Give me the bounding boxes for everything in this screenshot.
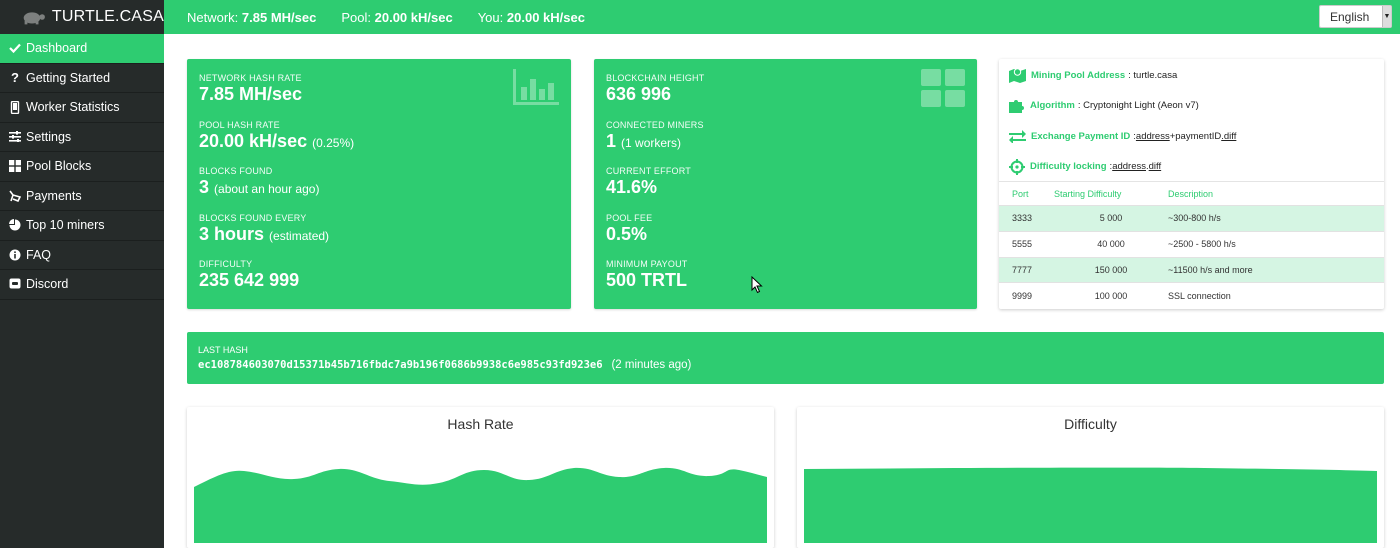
blocks-found-every: BLOCKS FOUND EVERY 3 hours (estimated) <box>199 212 330 244</box>
language-select[interactable]: English ▼ <box>1319 5 1392 28</box>
info-icon <box>8 248 22 262</box>
pool-info-panel: Mining Pool Address: turtle.casa Algorit… <box>999 59 1384 309</box>
table-row: 9999 100 000 SSL connection <box>999 282 1384 309</box>
mouse-cursor-icon <box>751 276 763 294</box>
hash-rate-chart: Hash Rate <box>187 407 774 548</box>
starting-difficulty-header: Starting Difficulty <box>1054 181 1168 206</box>
you-stat: You: 20.00 kH/sec <box>477 9 585 25</box>
table-row: 5555 40 000 ~2500 - 5800 h/s <box>999 230 1384 258</box>
sidebar-item-settings[interactable]: Settings <box>0 123 164 152</box>
top-bar: TURTLE.CASA Network: 7.85 MH/sec Pool: 2… <box>0 0 1400 34</box>
header-stats: Network: 7.85 MH/sec Pool: 20.00 kH/sec … <box>187 0 610 34</box>
chevron-down-icon[interactable]: ▼ <box>1382 6 1391 27</box>
exchange-payment-id-row: Exchange Payment ID: address +paymentID .d… <box>999 121 1384 152</box>
difficulty-chart: Difficulty <box>797 407 1384 548</box>
minimum-payout: MINIMUM PAYOUT 500 TRTL <box>606 259 688 290</box>
pool-stat: Pool: 20.00 kH/sec <box>341 9 453 25</box>
turtle-logo-icon <box>23 12 45 25</box>
blocks-found: BLOCKS FOUND 3 (about an hour ago) <box>199 166 320 197</box>
pie-icon <box>8 218 22 232</box>
question-icon: ? <box>11 70 19 86</box>
ports-table: Port Starting Difficulty Description 333… <box>999 181 1384 309</box>
wallet-icon <box>8 189 22 203</box>
difficulty-chart-title: Difficulty <box>1064 416 1117 432</box>
discord-icon <box>8 277 22 291</box>
network-hash-rate: NETWORK HASH RATE 7.85 MH/sec <box>199 73 303 104</box>
sidebar-item-top-10-miners[interactable]: Top 10 miners <box>0 211 164 241</box>
blockchain-height: BLOCKCHAIN HEIGHT 636 996 <box>606 73 705 104</box>
table-row: 3333 5 000 ~300-800 h/s <box>999 205 1384 232</box>
exchange-icon <box>1009 130 1026 144</box>
pool-hash-rate: POOL HASH RATE 20.00 kH/sec (0.25%) <box>199 119 355 151</box>
hash-rate-area[interactable] <box>194 437 767 543</box>
port-header: Port <box>999 181 1054 206</box>
ports-table-header: Port Starting Difficulty Description <box>999 181 1384 206</box>
last-hash-ago: (2 minutes ago) <box>611 359 692 371</box>
sidebar-item-faq[interactable]: FAQ <box>0 241 164 270</box>
difficulty: DIFFICULTY 235 642 999 <box>199 259 300 290</box>
network-stats-card: NETWORK HASH RATE 7.85 MH/sec POOL HASH … <box>187 59 571 309</box>
connected-miners: CONNECTED MINERS 1 (1 workers) <box>606 119 704 151</box>
sidebar-item-getting-started[interactable]: ? Getting Started <box>0 64 164 93</box>
brand[interactable]: TURTLE.CASA <box>0 0 164 34</box>
last-hash-value[interactable]: ec108784603070d15371b45b716fbdc7a9b196f0… <box>198 359 603 371</box>
sidebar-item-payments[interactable]: Payments <box>0 182 164 211</box>
mobile-icon <box>8 100 22 114</box>
check-icon <box>8 41 22 55</box>
pool-address-row: Mining Pool Address: turtle.casa <box>999 60 1384 91</box>
sidebar-item-dashboard[interactable]: Dashboard <box>0 34 164 64</box>
pool-fee: POOL FEE 0.5% <box>606 212 653 244</box>
chain-stats-card: BLOCKCHAIN HEIGHT 636 996 CONNECTED MINE… <box>594 59 977 309</box>
map-icon <box>1009 68 1026 83</box>
network-stat: Network: 7.85 MH/sec <box>187 9 317 25</box>
puzzle-icon <box>1009 100 1024 114</box>
sidebar-item-pool-blocks[interactable]: Pool Blocks <box>0 152 164 182</box>
last-hash-bar: LAST HASH ec108784603070d15371b45b716fbd… <box>187 332 1384 384</box>
sidebar-item-discord[interactable]: Discord <box>0 270 164 300</box>
algorithm-row: Algorithm: Cryptonight Light (Aeon v7) <box>999 91 1384 122</box>
description-header: Description <box>1168 181 1384 206</box>
hash-rate-chart-title: Hash Rate <box>447 416 514 432</box>
difficulty-area[interactable] <box>804 437 1377 543</box>
brand-name: TURTLE.CASA <box>51 8 164 25</box>
crosshair-icon <box>1009 158 1025 175</box>
sliders-icon <box>8 130 22 144</box>
difficulty-locking-row: Difficulty locking: address . diff <box>999 152 1384 183</box>
sidebar-item-worker-statistics[interactable]: Worker Statistics <box>0 93 164 123</box>
table-row: 7777 150 000 ~11500 h/s and more <box>999 256 1384 283</box>
sidebar: Dashboard ? Getting Started Worker Stati… <box>0 34 164 548</box>
grid-icon <box>8 159 22 173</box>
current-effort: CURRENT EFFORT 41.6% <box>606 166 691 197</box>
